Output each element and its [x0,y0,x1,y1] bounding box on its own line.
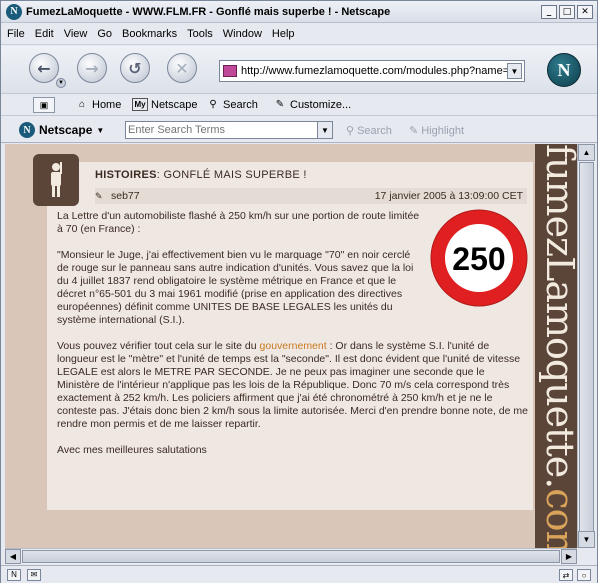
home-label: Home [92,98,122,111]
netscape-bookmark[interactable]: My Netscape [132,98,197,111]
sign-speed-value: 250 [452,241,505,277]
menu-view[interactable]: View [64,28,88,40]
article-card: HISTOIRES: GONFLÉ MAIS SUPERBE ! ✎ seb77… [33,154,533,510]
chevron-down-icon: ▼ [96,125,105,135]
back-history-dropdown[interactable]: ▼ [56,78,66,88]
article-title: : GONFLÉ MAIS SUPERBE ! [156,169,307,181]
search-input[interactable] [126,124,317,136]
customize-label: Customize... [290,98,352,111]
customize-button[interactable]: ✎ Customize... [273,98,351,111]
site-logo-text: fumezLamoquette.com [538,144,577,548]
security-lock-icon[interactable]: ○ [577,569,591,581]
stop-icon: ✕ [175,58,189,78]
article-heading: HISTOIRES: GONFLÉ MAIS SUPERBE ! [95,169,307,181]
status-icons: ⇄ ○ [555,569,591,581]
search-history-dropdown[interactable]: ▼ [317,122,332,138]
status-bar: N ✉ ⇄ ○ [1,565,597,583]
paragraph-text: : Or dans le système S.I. l'unité de lon… [57,340,528,430]
navigation-toolbar: ← ▼ → ↺ ✕ ▼ N [1,46,597,94]
online-status-icon[interactable]: ⇄ [559,569,573,581]
mail-status-icon[interactable]: ✉ [27,568,41,581]
pen-icon: ✎ [95,190,103,201]
browser-window: N FumezLaMoquette - WWW.FLM.FR - Gonflé … [0,0,598,583]
paragraph-text: Vous pouvez vérifier tout cela sur le si… [57,340,260,352]
netscape-throbber-icon[interactable]: N [547,53,581,87]
my-netscape-icon: My [132,98,148,111]
horizontal-scroll-thumb[interactable] [22,550,560,563]
search-engine-label: Netscape [39,123,93,137]
new-tab-icon[interactable]: ▣ [33,97,55,113]
netscape-app-icon: N [6,3,22,20]
gouvernement-link[interactable]: gouvernement [260,340,327,352]
netscape-logo-icon: N [19,122,35,138]
netscape-status-icon[interactable]: N [7,568,21,581]
menu-edit[interactable]: Edit [35,28,54,40]
url-input[interactable] [241,65,507,77]
reload-button[interactable]: ↺ [120,53,150,83]
article-meta: ✎ seb77 17 janvier 2005 à 13:09:00 CET [95,188,527,204]
netscape-label: Netscape [151,98,198,111]
url-history-dropdown[interactable]: ▼ [507,63,522,79]
menu-bookmarks[interactable]: Bookmarks [122,28,177,40]
page-favicon-icon [223,65,237,77]
site-logo-banner[interactable]: fumezLamoquette.com [535,144,577,548]
search-button[interactable]: ⚲ Search [346,124,392,138]
forward-arrow-icon: → [85,58,99,78]
highlight-button[interactable]: ✎ Highlight [409,124,465,138]
search-toolbar: N Netscape ▼ ▼ ⚲ Search ✎ Highlight [1,117,597,143]
horizontal-scrollbar[interactable]: ◀ ▶ [5,548,577,564]
back-arrow-icon: ← [37,58,51,78]
menu-go[interactable]: Go [97,28,112,40]
search-field: ▼ [125,121,333,139]
scroll-down-arrow-icon[interactable]: ▼ [578,531,595,548]
menu-file[interactable]: File [7,28,25,40]
reload-icon: ↺ [128,58,142,78]
search-label: Search [223,98,258,111]
title-bar: N FumezLaMoquette - WWW.FLM.FR - Gonflé … [1,1,597,23]
scroll-up-arrow-icon[interactable]: ▲ [578,144,595,161]
article-paragraph: Vous pouvez vérifier tout cela sur le si… [57,340,529,431]
url-bar: ▼ [219,60,525,82]
article-body: 250 La Lettre d'un automobiliste flashé … [57,209,529,470]
search-bookmark[interactable]: ⚲ Search [206,98,258,111]
article-date: 17 janvier 2005 à 13:09:00 CET [374,190,523,202]
menu-window[interactable]: Window [223,28,262,40]
search-engine-selector[interactable]: N Netscape ▼ [19,122,104,138]
forward-button[interactable]: → [77,53,107,83]
minimize-button[interactable]: _ [541,4,557,19]
vertical-scrollbar[interactable]: ▲ ▼ [577,144,595,548]
home-button[interactable]: ⌂ Home [75,98,121,111]
highlight-button-label: Highlight [421,124,465,137]
scroll-right-arrow-icon[interactable]: ▶ [561,549,577,564]
story-category-icon [33,154,79,206]
speed-limit-sign-image: 250 [430,209,528,307]
article-signoff: Avec mes meilleures salutations [57,444,207,456]
search-button-label: Search [357,124,392,137]
logo-accent: com [538,488,577,548]
stop-button[interactable]: ✕ [167,53,197,83]
close-button[interactable]: ✕ [577,4,593,19]
menu-tools[interactable]: Tools [187,28,213,40]
author-name: seb77 [111,190,140,202]
personal-toolbar: ▣ ⌂ Home My Netscape ⚲ Search ✎ Customiz… [1,94,597,116]
vertical-scroll-thumb[interactable] [579,162,594,532]
search-icon: ⚲ [346,125,355,137]
back-button[interactable]: ← [29,53,59,83]
page-content: HISTOIRES: GONFLÉ MAIS SUPERBE ! ✎ seb77… [5,144,577,548]
customize-icon: ✎ [275,99,285,110]
article-author[interactable]: ✎ seb77 [95,190,140,202]
scroll-left-arrow-icon[interactable]: ◀ [5,549,21,564]
home-icon: ⌂ [78,99,86,110]
logo-main: fumezLamoquette. [538,144,577,489]
highlighter-icon: ✎ [409,125,419,137]
menu-help[interactable]: Help [272,28,295,40]
magnifier-icon: ⚲ [209,99,217,110]
maximize-button[interactable]: □ [559,4,575,19]
window-title: FumezLaMoquette - WWW.FLM.FR - Gonflé ma… [26,5,391,18]
menu-bar: File Edit View Go Bookmarks Tools Window… [1,23,597,45]
scrollbar-corner [577,548,595,564]
article-category: HISTOIRES [95,169,157,181]
